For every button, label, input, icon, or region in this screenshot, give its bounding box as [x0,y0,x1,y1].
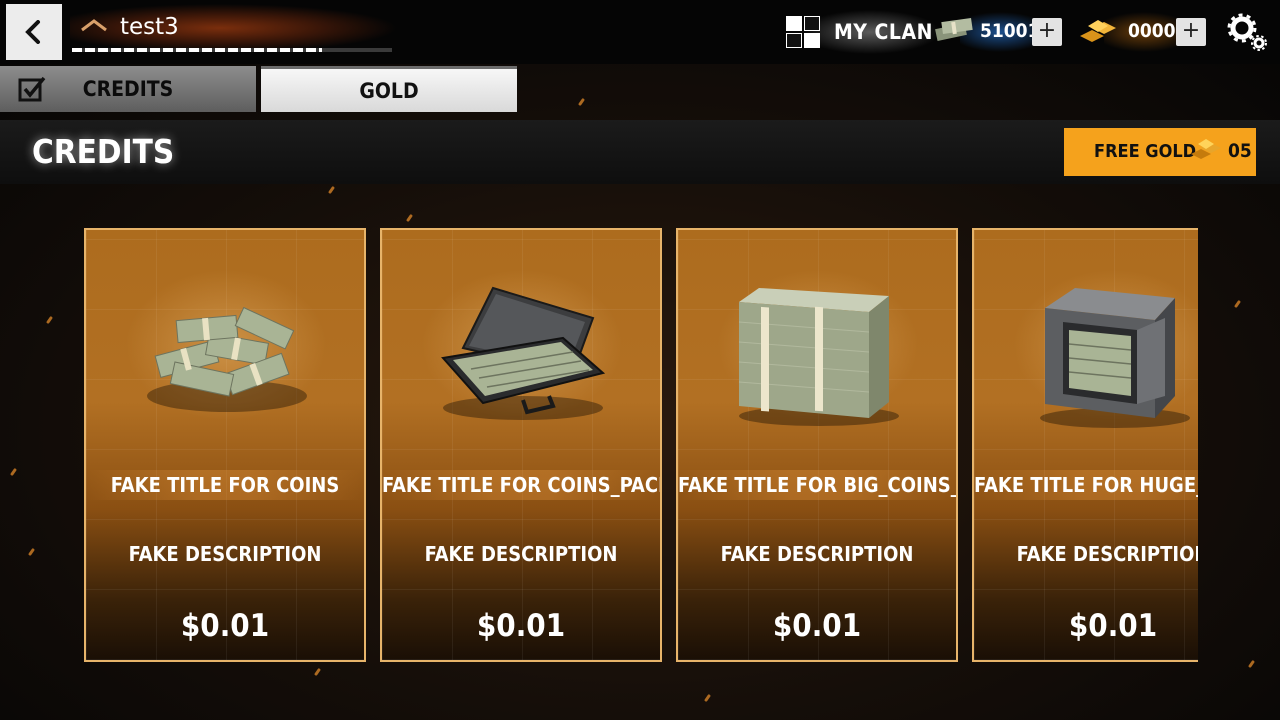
gear-icon[interactable] [1226,12,1268,52]
product-description: FAKE DESCRIPTION [424,542,618,566]
credits-value: 51001 [980,20,1040,42]
product-card[interactable]: FAKE TITLE FOR BIG_COINS_PACK FAKE DESCR… [676,228,958,662]
gold-bars-icon [1191,139,1221,159]
product-description: FAKE DESCRIPTION [720,542,914,566]
cash-icon [935,17,973,41]
free-gold-label: FREE GOLD [1094,141,1197,162]
rank-chevron-icon [81,19,107,32]
player-name: test3 [120,14,179,40]
product-description: FAKE DESCRIPTION [128,542,322,566]
product-card[interactable]: FAKE TITLE FOR HUGE_COINS_PACK FAKE DESC… [972,228,1198,662]
add-credits-button[interactable]: + [1032,18,1062,46]
gold-balance: 0000 + [1074,10,1214,54]
product-title: FAKE TITLE FOR HUGE_COINS_PACK [974,470,1198,500]
clan-icon [786,16,820,48]
gold-value: 0000 [1128,20,1176,42]
my-clan-button[interactable]: MY CLAN [786,14,933,50]
credits-balance: 51001 + [930,10,1070,54]
tab-bar: CREDITS GOLD [0,66,1280,112]
tab-gold[interactable]: GOLD [261,66,517,112]
checkbox-checked-icon [18,76,46,102]
xp-bar [72,48,392,52]
top-bar: test3 MY CLAN 51001 + 0000 + [0,0,1280,64]
free-gold-count: 05 [1228,140,1252,162]
product-title: FAKE TITLE FOR COINS [86,470,364,500]
product-list: FAKE TITLE FOR COINS FAKE DESCRIPTION $0… [84,228,1198,662]
my-clan-label: MY CLAN [834,20,933,44]
product-title: FAKE TITLE FOR BIG_COINS_PACK [678,470,956,500]
product-card[interactable]: FAKE TITLE FOR COINS_PACK FAKE DESCRIPTI… [380,228,662,662]
gold-bars-icon [1080,20,1116,42]
xp-bar-fill [72,48,322,52]
tab-gold-label: GOLD [359,78,419,103]
briefcase-cash-icon [441,286,606,420]
add-gold-button[interactable]: + [1176,18,1206,46]
chevron-left-icon [25,20,40,44]
product-card[interactable]: FAKE TITLE FOR COINS FAKE DESCRIPTION $0… [84,228,366,662]
tab-credits[interactable]: CREDITS [0,66,256,112]
product-price: $0.01 [180,608,270,644]
cash-stacks-icon [147,306,307,412]
tab-credits-label: CREDITS [82,77,174,101]
product-price: $0.01 [772,608,862,644]
product-title: FAKE TITLE FOR COINS_PACK [382,470,660,500]
section-header: CREDITS FREE GOLD 05 [0,120,1280,184]
product-price: $0.01 [1068,608,1158,644]
safe-cash-icon [1040,288,1190,428]
cash-block-icon [738,288,899,426]
product-price: $0.01 [476,608,566,644]
section-title: CREDITS [32,132,175,171]
free-gold-button[interactable]: FREE GOLD 05 [1064,128,1256,176]
back-button[interactable] [6,4,62,60]
product-description: FAKE DESCRIPTION [1016,542,1198,566]
